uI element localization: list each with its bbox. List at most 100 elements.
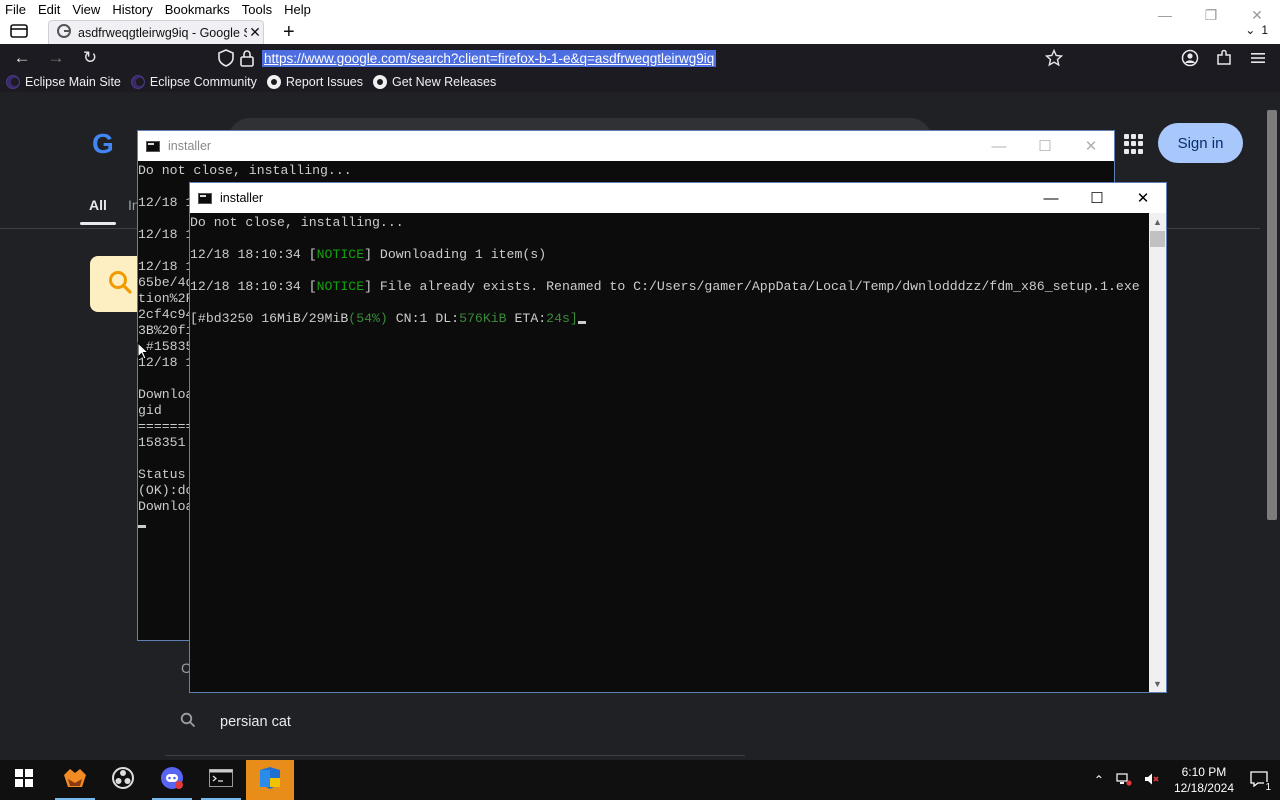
menu-edit[interactable]: Edit <box>32 0 66 20</box>
bookmark-star-icon[interactable] <box>1042 47 1066 69</box>
google-logo-icon[interactable]: G <box>92 128 114 160</box>
clock-time: 6:10 PM <box>1181 765 1227 779</box>
menu-bookmarks[interactable]: Bookmarks <box>159 0 236 20</box>
console-line: Do not close, installing... <box>190 215 404 230</box>
window-titlebar[interactable]: installer — ☐ ✕ <box>138 131 1114 161</box>
notification-center-icon[interactable]: 1 <box>1250 770 1272 793</box>
google-favicon-icon <box>57 24 71 41</box>
taskbar-app-obs[interactable] <box>99 760 147 800</box>
list-all-tabs-icon[interactable] <box>10 23 30 41</box>
console-icon <box>198 192 212 204</box>
console-scrollbar[interactable]: ▲ ▼ <box>1149 213 1166 692</box>
related-search-item[interactable]: persian cat <box>180 712 291 732</box>
firefox-icon <box>62 767 88 794</box>
taskbar-app-installer[interactable] <box>246 760 294 800</box>
taskbar-app-discord[interactable] <box>148 760 196 800</box>
extensions-icon[interactable] <box>1212 47 1236 69</box>
url-text[interactable]: https://www.google.com/search?client=fir… <box>262 49 717 67</box>
shield-icon[interactable] <box>218 49 234 72</box>
bookmarks-toolbar: Eclipse Main Site Eclipse Community Repo… <box>0 72 1280 92</box>
window-titlebar[interactable]: installer — ☐ ✕ <box>190 183 1166 213</box>
reload-icon[interactable]: ↻ <box>78 47 102 69</box>
system-tray: ⌃ 6:10 PM 12/18/2024 1 <box>1088 760 1280 800</box>
progress-line: [#bd3250 16MiB/29MiB(54%) CN:1 DL:576KiB… <box>190 311 586 326</box>
menu-tools[interactable]: Tools <box>236 0 278 20</box>
bookmark-eclipse-main-site[interactable]: Eclipse Main Site <box>6 75 121 89</box>
close-icon[interactable]: ✕ <box>1068 131 1114 161</box>
menu-view[interactable]: View <box>66 0 106 20</box>
window-title: installer <box>220 191 264 205</box>
taskbar-app-console[interactable] <box>197 760 245 800</box>
text-cursor <box>138 525 146 528</box>
minimize-icon[interactable]: — <box>1028 183 1074 213</box>
page-scrollbar[interactable] <box>1264 92 1280 760</box>
menu-file[interactable]: File <box>0 0 32 20</box>
minimize-icon[interactable]: — <box>976 131 1022 161</box>
console-output: Do not close, installing... 12/18 18:10:… <box>190 213 1149 692</box>
bookmark-label: Eclipse Community <box>149 75 257 89</box>
taskbar-app-firefox[interactable] <box>51 760 99 800</box>
tab-title: asdfrweqgtleirwg9iq - Google Se <box>78 25 247 40</box>
tab-bar: asdfrweqgtleirwg9iq - Google Se ✕ + ⌄ 1 <box>0 20 1280 44</box>
obs-icon <box>111 766 135 795</box>
clock-date: 12/18/2024 <box>1173 781 1234 795</box>
menu-bar: File Edit View History Bookmarks Tools H… <box>0 0 1280 20</box>
new-tab-icon[interactable]: + <box>283 21 295 43</box>
account-icon[interactable] <box>1178 47 1202 69</box>
text-cursor <box>577 321 586 324</box>
search-icon <box>180 712 196 732</box>
tab-close-icon[interactable]: ✕ <box>247 24 263 41</box>
scroll-up-icon[interactable]: ▲ <box>1149 213 1166 230</box>
progress-percent: (54%) <box>348 311 388 326</box>
volume-muted-icon[interactable] <box>1144 772 1160 789</box>
console-line: Do not close, installing... <box>138 163 352 178</box>
bookmark-label: Eclipse Main Site <box>25 75 121 89</box>
console-window-front[interactable]: installer — ☐ ✕ Do not close, installing… <box>189 182 1167 693</box>
menu-help[interactable]: Help <box>278 0 317 20</box>
close-icon[interactable]: ✕ <box>1120 183 1166 213</box>
start-button[interactable] <box>0 760 48 800</box>
notice-tag: NOTICE <box>316 279 365 294</box>
console-line: 12/18 18:10:34 [NOTICE] Downloading 1 it… <box>190 247 546 262</box>
maximize-icon[interactable]: ☐ <box>1074 183 1120 213</box>
sign-in-button[interactable]: Sign in <box>1158 123 1243 163</box>
scroll-down-icon[interactable]: ▼ <box>1149 675 1166 692</box>
scrollbar-thumb[interactable] <box>1150 231 1165 247</box>
tab-underline <box>80 222 116 225</box>
windows-logo-icon <box>15 768 33 792</box>
apps-grid-icon[interactable] <box>1124 134 1144 154</box>
menu-history[interactable]: History <box>106 0 158 20</box>
tab-count: 1 <box>1261 23 1268 37</box>
divider <box>165 755 745 756</box>
mouse-pointer-icon <box>137 341 150 365</box>
back-arrow-icon[interactable]: ← <box>10 47 34 69</box>
notification-count: 1 <box>1264 781 1272 793</box>
chevron-up-icon[interactable]: ⌃ <box>1094 773 1104 787</box>
console-line: 12/18 18:10:34 [NOTICE] File already exi… <box>190 279 1140 294</box>
forward-arrow-icon[interactable]: → <box>44 47 68 69</box>
maximize-icon[interactable]: ☐ <box>1022 131 1068 161</box>
github-icon <box>372 75 387 89</box>
browser-tab-active[interactable]: asdfrweqgtleirwg9iq - Google Se ✕ <box>48 20 264 44</box>
download-speed: 576KiB <box>459 311 507 326</box>
timestamp: 12/18 18:10:34 [ <box>190 247 317 262</box>
message: ] File already exists. Renamed to C:/Use… <box>364 279 1140 294</box>
bookmark-get-new-releases[interactable]: Get New Releases <box>372 75 496 89</box>
scrollbar-thumb[interactable] <box>1267 110 1277 520</box>
eta-value: 24s <box>546 311 570 326</box>
bookmark-eclipse-community[interactable]: Eclipse Community <box>130 75 257 89</box>
eclipse-icon <box>130 75 145 89</box>
network-icon[interactable] <box>1116 772 1132 789</box>
bookmark-label: Report Issues <box>285 75 363 89</box>
timestamp: 12/18 18:10:34 [ <box>190 279 317 294</box>
lock-icon[interactable] <box>240 49 254 72</box>
bookmark-report-issues[interactable]: Report Issues <box>266 75 363 89</box>
search-icon <box>107 269 133 300</box>
hamburger-menu-icon[interactable] <box>1246 47 1270 69</box>
tab-overflow[interactable]: ⌄ 1 <box>1245 23 1268 37</box>
tab-all[interactable]: All <box>89 197 107 213</box>
url-bar[interactable]: https://www.google.com/search?client=fir… <box>210 46 1070 70</box>
progress-connections: CN:1 DL: <box>387 311 460 326</box>
clock[interactable]: 6:10 PM 12/18/2024 <box>1174 764 1234 796</box>
progress-suffix: ] <box>569 311 578 326</box>
